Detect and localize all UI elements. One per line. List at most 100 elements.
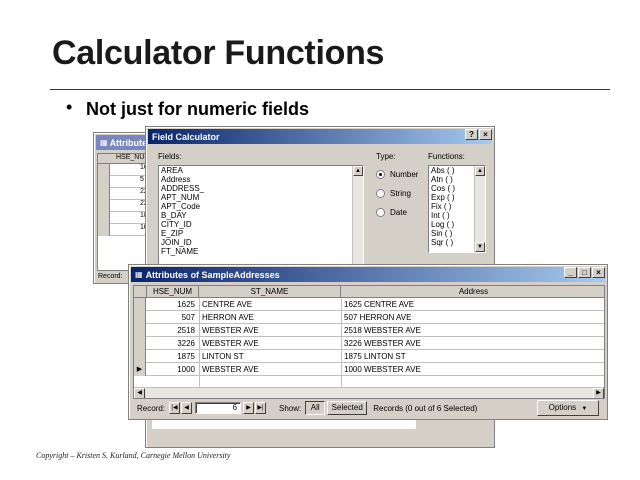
background-column-header[interactable]: HSE_NUM (98, 154, 148, 164)
close-button[interactable]: × (479, 129, 492, 140)
cell-hse-num[interactable]: 3226 (147, 337, 195, 350)
type-radio-number[interactable]: Number (376, 170, 418, 179)
table-row[interactable]: 1625 CENTRE AVE 1625 CENTRE AVE (134, 298, 604, 311)
list-item[interactable]: APT_NUM (159, 193, 363, 202)
functions-scrollbar[interactable]: ▲ ▼ (474, 166, 485, 252)
cell-hse-num[interactable]: 1875 (147, 350, 195, 363)
list-item[interactable]: ADDRESS_ (159, 184, 363, 193)
field-calculator-titlebar[interactable]: Field Calculator (148, 129, 492, 144)
scroll-up-icon[interactable]: ▲ (475, 166, 485, 176)
list-item[interactable]: APT_Code (159, 202, 363, 211)
next-record-button[interactable]: ▶ (243, 402, 255, 414)
cell-st-name[interactable]: WEBSTER AVE (202, 363, 259, 376)
field-calculator-title: Field Calculator (152, 131, 220, 142)
table-row[interactable]: 1875 LINTON ST 1875 LINTON ST (134, 350, 604, 363)
table-row[interactable]: 3226 WEBSTER AVE 3226 WEBSTER AVE (134, 337, 604, 350)
cell-hse-num[interactable]: 507 (147, 311, 195, 324)
close-button[interactable]: × (592, 267, 605, 278)
record-number-input[interactable]: 6 (195, 402, 242, 414)
cell-st-name[interactable]: WEBSTER AVE (202, 324, 259, 337)
table-row[interactable]: 18 (98, 212, 148, 224)
type-radio-date[interactable]: Date (376, 208, 407, 217)
table-icon: ▦ (135, 270, 143, 279)
scroll-up-icon[interactable]: ▲ (353, 166, 363, 176)
last-record-button[interactable]: ▶| (255, 402, 267, 414)
column-header-address[interactable]: Address (341, 286, 604, 298)
type-string-label: String (390, 189, 411, 198)
cell-hse-num[interactable]: 2518 (147, 324, 195, 337)
scroll-left-icon[interactable]: ◀ (134, 388, 145, 398)
previous-record-button[interactable]: ◀ (181, 402, 193, 414)
row-selector-current[interactable]: ▶ (134, 363, 146, 376)
attributes-titlebar[interactable]: ▦ Attributes of SampleAddresses (131, 267, 605, 282)
cell-address[interactable]: 1875 LINTON ST (344, 350, 406, 363)
show-all-button[interactable]: All (305, 401, 326, 415)
cell-st-name[interactable]: HERRON AVE (202, 311, 254, 324)
options-label: Options (548, 403, 577, 412)
table-row[interactable]: 2518 WEBSTER AVE 2518 WEBSTER AVE (134, 324, 604, 337)
options-button[interactable]: Options ▼ (537, 400, 599, 416)
copyright-footer: Copyright – Kristen S. Kurland, Carnegie… (36, 451, 231, 460)
radio-selected-icon[interactable] (376, 170, 385, 179)
column-header-st-name[interactable]: ST_NAME (199, 286, 341, 298)
list-item[interactable]: E_ZIP (159, 229, 363, 238)
cell-address[interactable]: 1000 WEBSTER AVE (344, 363, 421, 376)
expression-box[interactable] (152, 419, 416, 429)
table-row[interactable]: 10 (98, 224, 148, 236)
slide-title: Calculator Functions (52, 34, 385, 72)
bullet-icon: • (66, 97, 73, 117)
list-item[interactable]: Address (159, 175, 363, 184)
cell-st-name[interactable]: LINTON ST (202, 350, 244, 363)
horizontal-scrollbar[interactable]: ◀ ▶ (134, 387, 604, 398)
radio-icon[interactable] (376, 189, 385, 198)
scroll-right-icon[interactable]: ▶ (593, 388, 604, 398)
column-divider (199, 298, 200, 398)
list-item[interactable]: AREA (159, 166, 363, 175)
list-item[interactable]: B_DAY (159, 211, 363, 220)
show-selected-button[interactable]: Selected (327, 401, 368, 415)
type-number-label: Number (390, 170, 419, 179)
minimize-button[interactable]: _ (564, 267, 577, 278)
table-row[interactable]: 16 (98, 164, 148, 176)
row-selector[interactable] (134, 324, 146, 337)
list-item[interactable]: FT_NAME (159, 247, 363, 256)
functions-listbox[interactable]: Abs ( ) Atn ( ) Cos ( ) Exp ( ) Fix ( ) … (428, 165, 486, 253)
table-header: HSE_NUM ST_NAME Address (134, 286, 604, 298)
cell-address[interactable]: 3226 WEBSTER AVE (344, 337, 421, 350)
table-row[interactable]: 5 (98, 176, 148, 188)
cell-hse-num[interactable]: 1625 (147, 298, 195, 311)
attribute-table: HSE_NUM ST_NAME Address 1625 CENTRE AVE … (133, 285, 605, 399)
background-attributes-titlebar[interactable]: ▦ Attributes (96, 135, 146, 150)
background-attributes-window: ▦ Attributes HSE_NUM 16 5 22 22 18 10 Re… (93, 132, 149, 284)
functions-label: Functions: (428, 152, 465, 161)
row-selector[interactable] (134, 350, 146, 363)
cell-address[interactable]: 2518 WEBSTER AVE (344, 324, 421, 337)
list-item[interactable]: JOIN_ID (159, 238, 363, 247)
row-selector[interactable] (134, 298, 146, 311)
cell-address[interactable]: 1625 CENTRE AVE (344, 298, 414, 311)
column-header-hse-num[interactable]: HSE_NUM (147, 286, 199, 298)
records-status: Records (0 out of 6 Selected) (373, 403, 478, 413)
table-row[interactable]: 22 (98, 188, 148, 200)
dropdown-arrow-icon: ▼ (581, 406, 588, 412)
radio-icon[interactable] (376, 208, 385, 217)
row-selector[interactable] (134, 337, 146, 350)
title-divider (50, 89, 610, 90)
record-label: Record: (137, 403, 166, 413)
row-selector-header[interactable] (134, 286, 147, 298)
scroll-down-icon[interactable]: ▼ (475, 242, 485, 252)
type-radio-string[interactable]: String (376, 189, 411, 198)
cell-address[interactable]: 507 HERRON AVE (344, 311, 411, 324)
table-row[interactable]: ▶ 1000 WEBSTER AVE 1000 WEBSTER AVE (134, 363, 604, 376)
attributes-window: ▦ Attributes of SampleAddresses _ □ × HS… (128, 264, 608, 420)
table-row[interactable]: 507 HERRON AVE 507 HERRON AVE (134, 311, 604, 324)
row-selector[interactable] (134, 311, 146, 324)
cell-st-name[interactable]: CENTRE AVE (202, 298, 252, 311)
table-row[interactable]: 22 (98, 200, 148, 212)
cell-st-name[interactable]: WEBSTER AVE (202, 337, 259, 350)
first-record-button[interactable]: |◀ (169, 402, 181, 414)
list-item[interactable]: CITY_ID (159, 220, 363, 229)
cell-hse-num[interactable]: 1000 (147, 363, 195, 376)
help-button[interactable]: ? (465, 129, 478, 140)
maximize-button[interactable]: □ (578, 267, 591, 278)
